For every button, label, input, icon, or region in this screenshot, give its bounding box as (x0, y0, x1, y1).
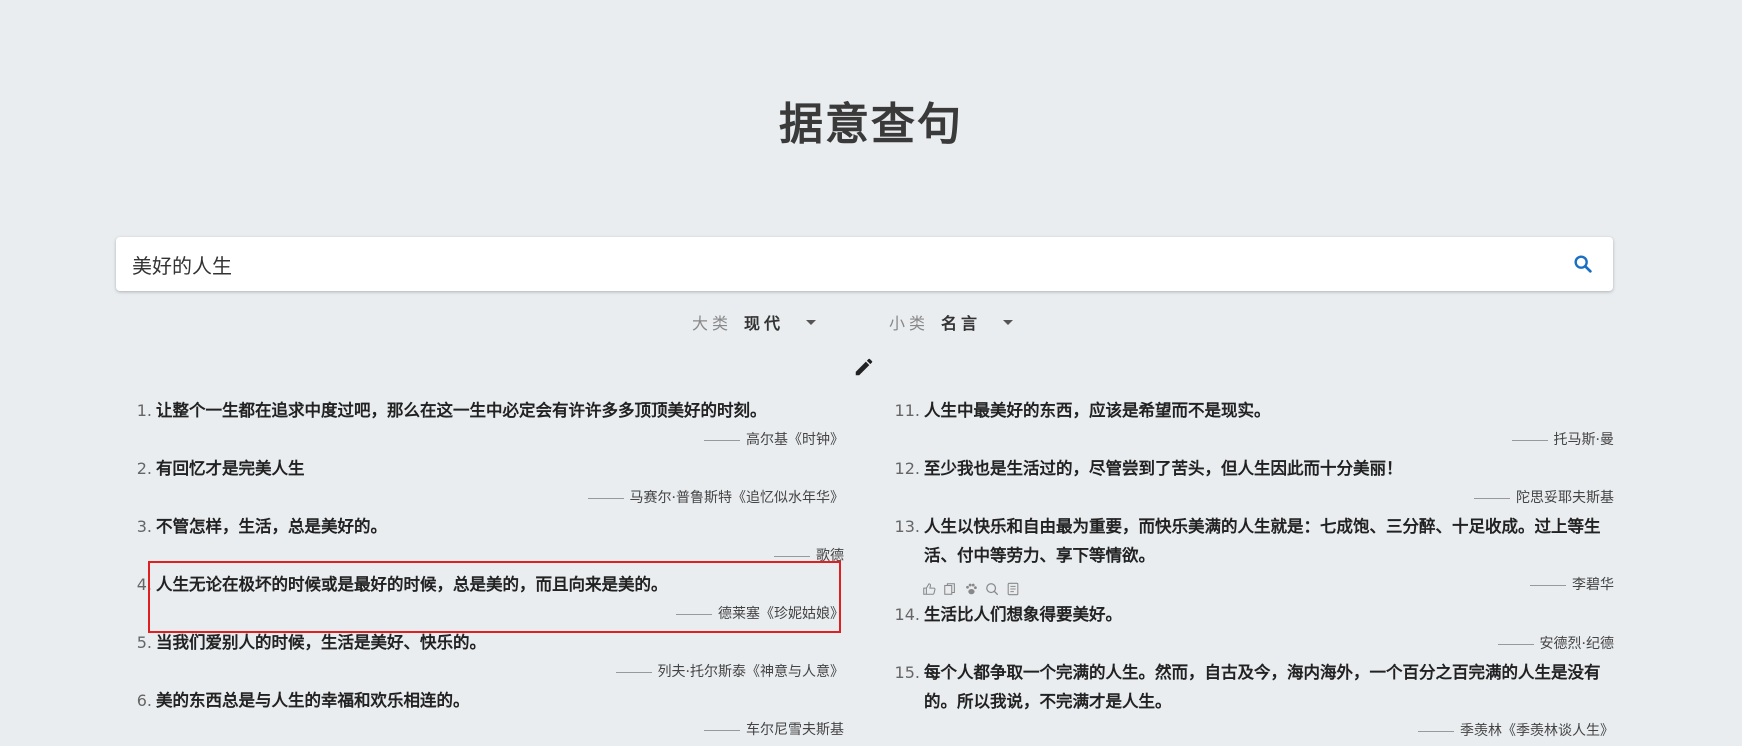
quote-author: 列夫·托尔斯泰《神意与人意》 (130, 661, 844, 683)
minor-category-select[interactable]: 小类 名言 (889, 310, 1014, 334)
quote-item[interactable]: 13. 人生以快乐和自由最为重要，而快乐美满的人生就是：七成饱、三分醉、十足收成。… (890, 512, 1614, 600)
search-input[interactable] (116, 237, 1561, 291)
paw-icon[interactable] (964, 582, 978, 596)
edit-button[interactable] (853, 356, 875, 378)
quote-text: 有回忆才是完美人生 (156, 459, 305, 478)
quote-text: 人生无论在极坏的时候或是最好的时候，总是美的，而且向来是美的。 (156, 575, 668, 594)
quote-item[interactable]: 4. 人生无论在极坏的时候或是最好的时候，总是美的，而且向来是美的。 德莱塞《珍妮… (130, 570, 844, 628)
major-category-value: 现代 (744, 314, 785, 333)
copy-icon[interactable] (943, 582, 957, 596)
quote-text: 每个人都争取一个完满的人生。然而，自古及今，海内海外，一个百分之百完满的人生是没… (924, 663, 1601, 711)
quote-number: 13. (894, 517, 920, 536)
quote-actions (922, 582, 1020, 596)
major-category-label: 大类 (692, 314, 733, 333)
quote-item[interactable]: 12. 至少我也是生活过的，尽管尝到了苦头，但人生因此而十分美丽！ 陀思妥耶夫斯基 (890, 454, 1614, 512)
quote-author: 陀思妥耶夫斯基 (890, 487, 1614, 509)
quote-item[interactable]: 15. 每个人都争取一个完满的人生。然而，自古及今，海内海外，一个百分之百完满的人… (890, 658, 1614, 746)
quote-author: 马赛尔·普鲁斯特《追忆似水年华》 (130, 487, 844, 509)
quote-author: 德莱塞《珍妮姑娘》 (130, 603, 844, 625)
quote-number: 2. (136, 459, 152, 478)
quote-text: 美的东西总是与人生的幸福和欢乐相连的。 (156, 691, 470, 710)
search-box (116, 237, 1613, 291)
chevron-down-icon (806, 319, 817, 325)
search-icon (1574, 255, 1592, 273)
quote-text: 当我们爱别人的时候，生活是美好、快乐的。 (156, 633, 486, 652)
minor-category-value: 名言 (941, 314, 982, 333)
results-column-left: 1. 让整个一生都在追求中度过吧，那么在这一生中必定会有许许多多顶顶美好的时刻。 … (130, 396, 844, 744)
quote-author: 歌德 (130, 545, 844, 567)
quote-item[interactable]: 11. 人生中最美好的东西，应该是希望而不是现实。 托马斯·曼 (890, 396, 1614, 454)
quote-number: 15. (894, 663, 920, 682)
thumbs-up-icon[interactable] (922, 582, 936, 596)
quote-text: 至少我也是生活过的，尽管尝到了苦头，但人生因此而十分美丽！ (924, 459, 1403, 478)
quote-number: 11. (894, 401, 920, 420)
quote-number: 4. (136, 575, 152, 594)
quote-author: 季羡林《季羡林谈人生》 (890, 720, 1614, 742)
quote-author: 高尔基《时钟》 (130, 429, 844, 451)
zoom-search-icon[interactable] (985, 582, 999, 596)
pencil-icon (855, 358, 873, 376)
quote-text: 生活比人们想象得要美好。 (924, 605, 1122, 624)
quote-text: 不管怎样，生活，总是美好的。 (156, 517, 387, 536)
quote-text: 人生中最美好的东西，应该是希望而不是现实。 (924, 401, 1271, 420)
quote-text: 人生以快乐和自由最为重要，而快乐美满的人生就是：七成饱、三分醉、十足收成。过上等… (924, 517, 1601, 565)
quote-number: 12. (894, 459, 920, 478)
page-title: 据意查句 (779, 99, 963, 150)
quote-number: 3. (136, 517, 152, 536)
quote-author: 托马斯·曼 (890, 429, 1614, 451)
major-category-select[interactable]: 大类 现代 (692, 310, 817, 334)
quote-author: 安德烈·纪德 (890, 633, 1614, 655)
quote-text: 让整个一生都在追求中度过吧，那么在这一生中必定会有许许多多顶顶美好的时刻。 (156, 401, 767, 420)
chevron-down-icon (1003, 319, 1014, 325)
quote-item[interactable]: 5. 当我们爱别人的时候，生活是美好、快乐的。 列夫·托尔斯泰《神意与人意》 (130, 628, 844, 686)
search-button[interactable] (1561, 242, 1605, 286)
quote-item[interactable]: 6. 美的东西总是与人生的幸福和欢乐相连的。 车尔尼雪夫斯基 (130, 686, 844, 744)
quote-number: 1. (136, 401, 152, 420)
results-column-right: 11. 人生中最美好的东西，应该是希望而不是现实。 托马斯·曼 12. 至少我也是生… (890, 396, 1614, 746)
minor-category-label: 小类 (889, 314, 930, 333)
quote-number: 6. (136, 691, 152, 710)
document-icon[interactable] (1006, 582, 1020, 596)
quote-item[interactable]: 1. 让整个一生都在追求中度过吧，那么在这一生中必定会有许许多多顶顶美好的时刻。 … (130, 396, 844, 454)
quote-author: 车尔尼雪夫斯基 (130, 719, 844, 741)
quote-item[interactable]: 3. 不管怎样，生活，总是美好的。 歌德 (130, 512, 844, 570)
quote-item[interactable]: 14. 生活比人们想象得要美好。 安德烈·纪德 (890, 600, 1614, 658)
quote-number: 5. (136, 633, 152, 652)
quote-item[interactable]: 2. 有回忆才是完美人生 马赛尔·普鲁斯特《追忆似水年华》 (130, 454, 844, 512)
quote-number: 14. (894, 605, 920, 624)
